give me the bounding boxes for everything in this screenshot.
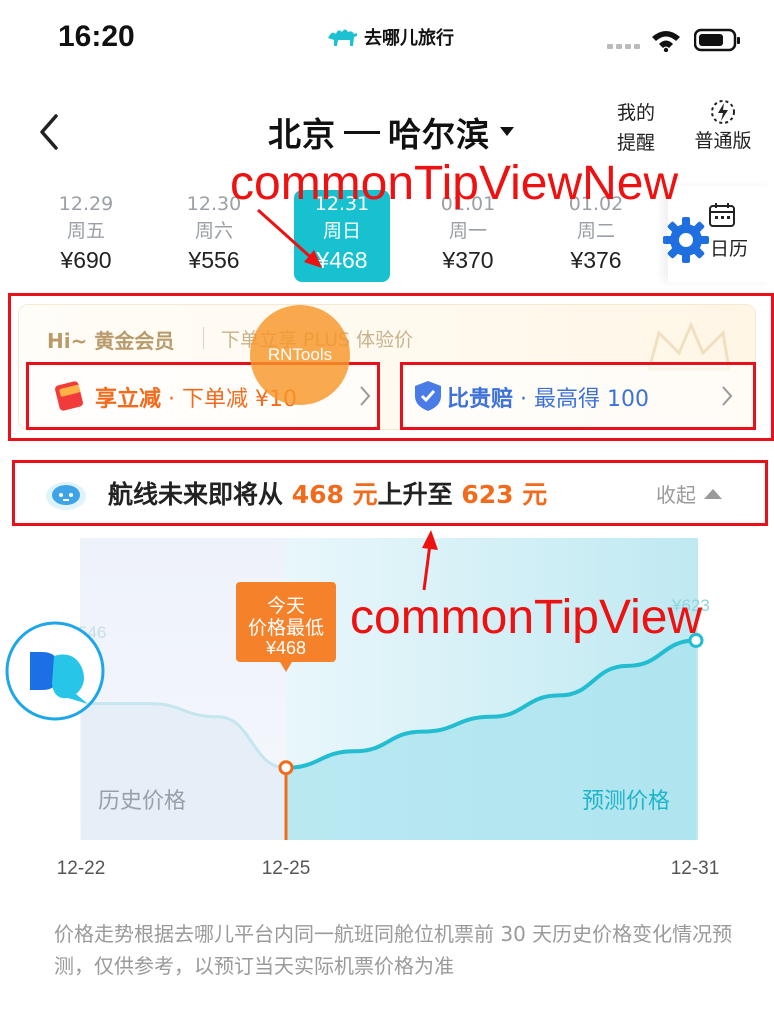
forecast-area-label: 预测价格 bbox=[582, 789, 670, 814]
annotation-label: commonTipViewNew bbox=[230, 157, 679, 210]
x-tick-label: 12-31 bbox=[671, 858, 720, 879]
x-tick-label: 12-22 bbox=[57, 858, 106, 879]
callout-line2: 价格最低 bbox=[248, 617, 324, 639]
annotation-label: commonTipView bbox=[350, 591, 703, 644]
callout-line1: 今天 bbox=[267, 595, 305, 617]
callout-line3: ¥468 bbox=[265, 638, 306, 658]
history-area-label: 历史价格 bbox=[98, 789, 186, 814]
trend-disclaimer: 价格走势根据去哪儿平台内同一航班同舱位机票前 30 天历史价格变化情况预测，仅供… bbox=[54, 922, 733, 978]
annotation-box-tip bbox=[12, 460, 768, 526]
dq-assistant-floating-icon[interactable] bbox=[4, 620, 106, 722]
flight-price-page: 16:20 去哪儿旅行 北京 哈尔滨 我的 提醒 普通版 12.29 周五 ¥6… bbox=[0, 0, 774, 1016]
today-point bbox=[278, 760, 294, 776]
x-tick-label: 12-25 bbox=[262, 858, 311, 879]
today-callout: 今天 价格最低 ¥468 bbox=[236, 582, 336, 672]
annotation-arrow bbox=[256, 208, 318, 264]
